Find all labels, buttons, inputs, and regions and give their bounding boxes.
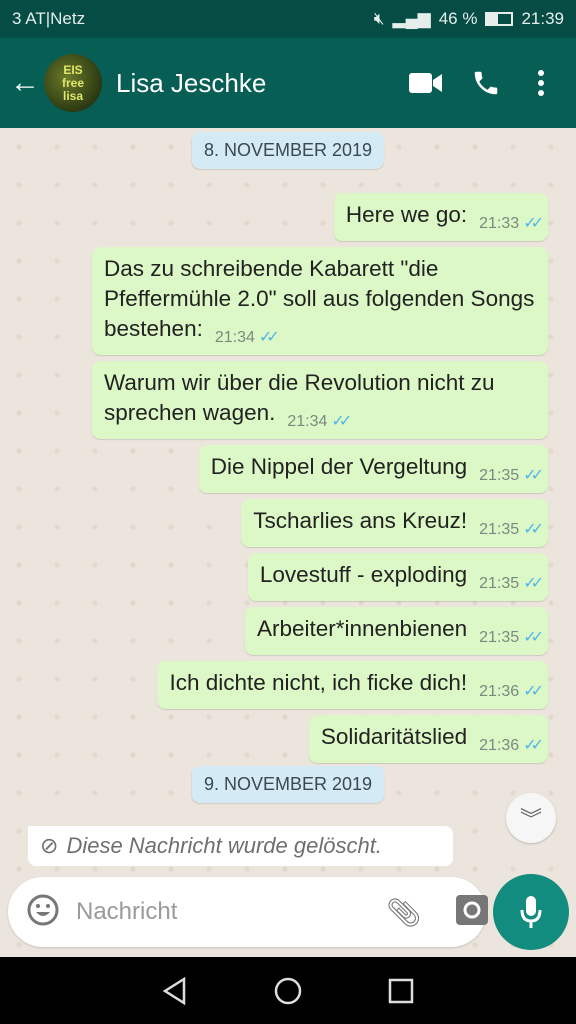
system-nav-bar xyxy=(0,957,576,1024)
message-text: Tscharlies ans Kreuz! xyxy=(253,508,468,533)
carrier: 3 AT|Netz xyxy=(12,9,86,28)
double-check-icon: ✓✓ xyxy=(523,737,544,754)
back-arrow-icon[interactable]: ← xyxy=(10,66,44,100)
mute-icon: 🔇︎ xyxy=(373,9,385,28)
message-time: 21:35 ✓✓ xyxy=(479,629,544,646)
message-text: Das zu schreibende Kabarett "die Pfeffer… xyxy=(104,256,535,341)
emoji-icon[interactable] xyxy=(26,893,60,932)
blocked-icon: ⊘ xyxy=(40,833,59,858)
outgoing-message[interactable]: Lovestuff - exploding 21:35 ✓✓ xyxy=(247,553,548,601)
double-check-icon: ✓✓ xyxy=(258,329,280,346)
outgoing-message[interactable]: Das zu schreibende Kabarett "die Pfeffer… xyxy=(92,247,548,355)
recents-nav-icon[interactable] xyxy=(388,978,414,1004)
message-time: 21:35 ✓✓ xyxy=(479,467,544,484)
video-call-icon[interactable] xyxy=(396,72,456,94)
more-options-icon[interactable] xyxy=(516,69,566,97)
message-text: Lovestuff - exploding xyxy=(259,562,468,587)
outgoing-message[interactable]: Die Nippel der Vergeltung 21:35 ✓✓ xyxy=(198,445,548,493)
message-list: Here we go: 21:33 ✓✓ Das zu schreibende Kab… xyxy=(92,193,548,763)
message-time: 21:35 ✓✓ xyxy=(479,521,544,538)
battery-level: 46 % xyxy=(438,9,478,28)
outgoing-message[interactable]: Warum wir über die Revolution nicht zu s… xyxy=(92,361,548,439)
outgoing-message[interactable]: Solidaritätslied 21:36 ✓✓ xyxy=(308,715,548,763)
message-time: 21:36 ✓✓ xyxy=(479,737,544,754)
camera-icon[interactable] xyxy=(455,894,488,930)
message-time: 21:36 ✓✓ xyxy=(479,683,544,700)
phone-icon[interactable] xyxy=(456,68,516,98)
deleted-message[interactable]: ⊘ Diese Nachricht wurde gelöscht. xyxy=(28,826,453,866)
message-text: Arbeiter*innenbienen xyxy=(256,616,468,641)
outgoing-message[interactable]: Arbeiter*innenbienen 21:35 ✓✓ xyxy=(244,607,548,655)
double-check-icon: ✓✓ xyxy=(523,683,544,700)
outgoing-message[interactable]: Tscharlies ans Kreuz! 21:35 ✓✓ xyxy=(241,499,548,547)
outgoing-message[interactable]: Ich dichte nicht, ich ficke dich! 21:36 ✓✓ xyxy=(157,661,548,709)
battery-icon xyxy=(485,12,514,26)
message-text: Die Nippel der Vergeltung xyxy=(210,454,468,479)
double-check-icon: ✓✓ xyxy=(523,467,544,484)
avatar[interactable]: EIS free lisa xyxy=(44,54,102,112)
date-chip: 9. NOVEMBER 2019 xyxy=(191,766,385,803)
message-text: Solidaritätslied xyxy=(320,724,468,749)
double-check-icon: ✓✓ xyxy=(331,413,352,430)
back-nav-icon[interactable] xyxy=(162,976,188,1005)
double-check-icon: ✓✓ xyxy=(523,575,544,592)
message-input[interactable] xyxy=(76,898,386,926)
message-time: 21:34 ✓✓ xyxy=(214,329,280,346)
date-chip: 8. NOVEMBER 2019 xyxy=(191,132,385,169)
double-check-icon: ✓✓ xyxy=(523,629,544,646)
chat-area[interactable]: 8. NOVEMBER 2019 Here we go: 21:33 ✓✓ Das z… xyxy=(0,128,576,957)
message-time: 21:35 ✓✓ xyxy=(479,575,544,592)
double-chevron-down-icon: ︾ xyxy=(519,807,542,832)
message-composer: 📎︎ xyxy=(8,877,488,947)
message-time: 21:33 ✓✓ xyxy=(479,215,544,232)
message-text: Ich dichte nicht, ich ficke dich! xyxy=(169,670,468,695)
status-bar: 3 AT|Netz 🔇︎ ▂▄▆ 46 % 21:39 xyxy=(0,0,576,38)
chat-header: ← EIS free lisa Lisa Jeschke xyxy=(0,38,576,128)
double-check-icon: ✓✓ xyxy=(523,521,544,538)
voice-record-button[interactable] xyxy=(493,874,569,950)
message-time: 21:34 ✓✓ xyxy=(287,413,352,430)
contact-name[interactable]: Lisa Jeschke xyxy=(116,68,396,99)
microphone-icon xyxy=(520,896,542,928)
double-check-icon: ✓✓ xyxy=(523,215,544,232)
message-text: Here we go: xyxy=(345,202,468,227)
home-nav-icon[interactable] xyxy=(274,977,302,1005)
scroll-down-button[interactable]: ︾ xyxy=(506,793,556,843)
outgoing-message[interactable]: Here we go: 21:33 ✓✓ xyxy=(333,193,548,241)
clock: 21:39 xyxy=(521,9,564,28)
attach-icon[interactable]: 📎︎ xyxy=(386,896,422,929)
signal-icon: ▂▄▆ xyxy=(392,9,431,28)
